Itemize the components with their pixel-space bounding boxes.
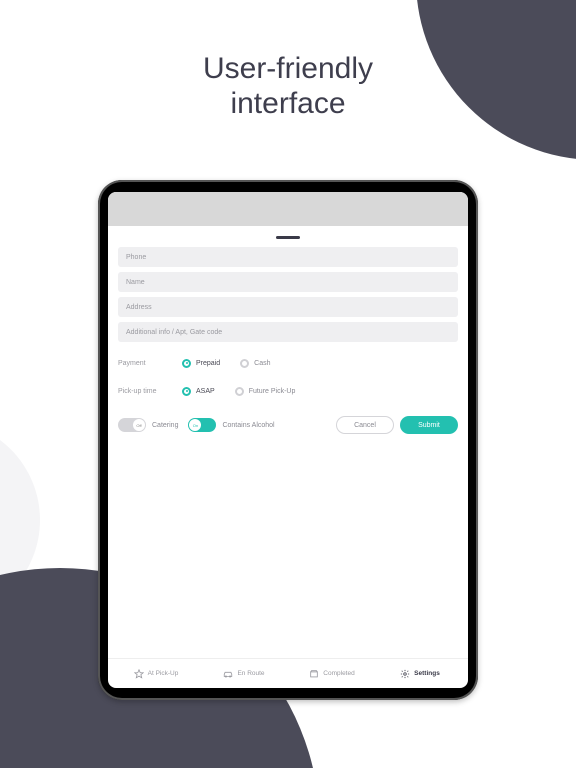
page-title: User-friendly interface [0,52,576,121]
pickup-time-row: Pick-up time ASAP Future Pick-Up [118,379,458,403]
pickup-asap-radio[interactable]: ASAP [182,387,215,396]
tab-completed-label: Completed [323,670,354,677]
tab-at-pickup[interactable]: At Pick-Up [114,669,198,679]
action-row: Off Catering On Contains Alcohol Cancel … [118,413,458,437]
header-bar [108,192,468,226]
payment-prepaid-label: Prepaid [196,360,220,367]
tab-settings[interactable]: Settings [378,669,462,679]
tab-bar: At Pick-Up En Route Completed Settings [108,658,468,688]
pickup-future-label: Future Pick-Up [249,388,296,395]
tab-completed[interactable]: Completed [290,669,374,679]
payment-prepaid-radio[interactable]: Prepaid [182,359,220,368]
car-icon [223,669,233,679]
sheet-grabber[interactable] [276,236,300,239]
pickup-asap-label: ASAP [196,388,215,395]
box-icon [309,669,319,679]
phone-field[interactable]: Phone [118,247,458,267]
radio-dot-icon [182,387,191,396]
name-field[interactable]: Name [118,272,458,292]
radio-dot-icon [240,359,249,368]
radio-dot-icon [182,359,191,368]
star-icon [134,669,144,679]
tab-enroute-label: En Route [237,670,264,677]
catering-toggle[interactable]: Off [118,418,146,432]
submit-button[interactable]: Submit [400,416,458,434]
radio-dot-icon [235,387,244,396]
tab-settings-label: Settings [414,670,440,677]
additional-info-field[interactable]: Additional info / Apt, Gate code [118,322,458,342]
payment-label: Payment [118,360,182,367]
tab-pickup-label: At Pick-Up [148,670,179,677]
toggle-knob: On [189,419,201,431]
headline-line2: interface [0,87,576,122]
payment-cash-label: Cash [254,360,270,367]
app-screen: Phone Name Address Additional info / Apt… [108,192,468,688]
toggle-knob: Off [133,419,145,431]
pickup-label: Pick-up time [118,388,182,395]
tablet-frame: Phone Name Address Additional info / Apt… [98,180,478,700]
payment-row: Payment Prepaid Cash [118,351,458,375]
alcohol-toggle[interactable]: On [188,418,216,432]
tab-en-route[interactable]: En Route [202,669,286,679]
catering-label: Catering [152,422,178,429]
alcohol-label: Contains Alcohol [222,422,274,429]
address-field[interactable]: Address [118,297,458,317]
gear-icon [400,669,410,679]
cancel-button[interactable]: Cancel [336,416,394,434]
pickup-future-radio[interactable]: Future Pick-Up [235,387,296,396]
payment-cash-radio[interactable]: Cash [240,359,270,368]
order-form: Phone Name Address Additional info / Apt… [108,226,468,658]
headline-line1: User-friendly [0,52,576,87]
